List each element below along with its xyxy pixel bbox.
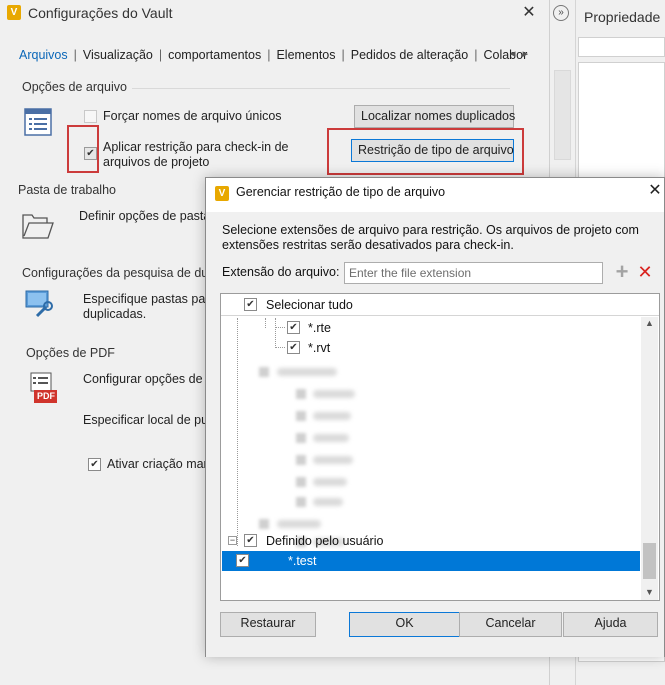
apply-restriction-label-line2: arquivos de projeto [103,155,210,169]
file-list-icon [24,108,52,136]
settings-scrollbar[interactable] [554,70,571,160]
blurred-text [277,520,321,528]
define-workspace-label[interactable]: Definir opções de pasta [79,209,210,224]
file-type-restriction-button[interactable]: Restrição de tipo de arquivo [351,139,514,162]
extension-label: *.rte [308,321,331,335]
collapse-panel-icon[interactable]: » [553,5,569,21]
force-unique-label: Forçar nomes de arquivo únicos [103,109,282,123]
blurred-text [313,390,355,398]
extension-checkbox[interactable]: ✔ [287,341,300,354]
duplicate-search-description: Especifique pastas para duplicadas. [83,292,216,322]
activate-creation-checkbox[interactable]: ✔ [88,458,101,471]
section-workspace: Pasta de trabalho [18,183,116,197]
tree-row-selected[interactable]: ✔ *.test [222,551,640,571]
dialog-description: Selecione extensões de arquivo para rest… [222,223,639,252]
extension-tree: ✔ Selecionar tudo ✔ *.rte ✔ *.rvt − ✔ De… [220,293,660,601]
tab-scroll-arrows-icon[interactable]: ◂ ▸ [510,47,530,60]
extension-label: *.rvt [308,341,331,355]
blurred-checkbox [259,519,269,529]
duplicate-search-line2: duplicadas. [83,307,147,321]
user-defined-checkbox[interactable]: ✔ [244,534,257,547]
collapse-node-icon[interactable]: − [228,536,237,545]
tree-guide [275,347,285,348]
section-pdf-options: Opções de PDF [26,346,115,360]
blurred-checkbox [259,367,269,377]
pdf-icon-text: PDF [37,391,55,401]
blurred-checkbox [296,389,306,399]
activate-creation-label: Ativar criação man [107,457,211,471]
tree-guide [275,327,285,328]
blurred-text [277,368,337,376]
section-duplicate-search: Configurações da pesquisa de dupl [22,266,218,280]
tree-guide [265,318,266,328]
extension-label: Extensão do arquivo: [222,265,340,279]
dialog-title: Gerenciar restrição de tipo de arquivo [236,185,446,199]
blurred-text [313,456,353,464]
blurred-checkbox [296,477,306,487]
tab-pedidos-alteracao[interactable]: Pedidos de alteração [350,48,469,62]
tree-header: ✔ Selecionar tudo [221,294,659,316]
user-defined-label: Definido pelo usuário [266,534,384,548]
blurred-text [313,412,351,420]
remove-icon[interactable]: ✕ [637,263,653,281]
tab-comportamentos[interactable]: comportamentos [167,48,262,62]
tab-separator: | [474,48,478,62]
tree-guide [237,318,238,546]
blurred-text [313,478,347,486]
extension-label: *.test [288,554,317,568]
tab-separator: | [73,48,77,62]
add-icon[interactable]: + [614,261,630,283]
blurred-checkbox [296,497,306,507]
window-title: Configurações do Vault [28,5,173,21]
vault-logo-icon: V [7,5,21,20]
close-icon[interactable]: ✕ [518,2,540,24]
properties-selector[interactable] [578,37,665,57]
section-file-options: Opções de arquivo [22,80,127,94]
tab-separator: | [158,48,163,62]
tab-separator: | [341,48,345,62]
section-divider [132,88,510,89]
apply-restriction-checkbox[interactable]: ✔ [84,147,97,160]
properties-title: Propriedade [584,9,661,25]
tab-elementos[interactable]: Elementos [275,48,336,62]
vault-logo-icon: V [215,186,229,201]
blurred-text [313,498,343,506]
tree-guide [275,318,276,348]
cancel-button[interactable]: Cancelar [459,612,562,637]
tab-strip: Arquivos | Visualização | comportamentos… [18,48,528,62]
blurred-text [313,434,349,442]
configure-pdf-label[interactable]: Configurar opções de p [83,372,213,387]
blurred-checkbox [296,411,306,421]
blurred-checkbox [296,455,306,465]
blurred-items [241,359,636,547]
pdf-icon: PDF [30,372,58,404]
ok-button[interactable]: OK [349,612,460,637]
force-unique-checkbox[interactable] [84,110,97,123]
extension-checkbox[interactable]: ✔ [236,554,249,567]
restore-button[interactable]: Restaurar [220,612,316,637]
scroll-thumb[interactable] [643,543,656,579]
help-button[interactable]: Ajuda [563,612,658,637]
duplicate-search-line1: Especifique pastas para [83,292,217,306]
tab-visualizacao[interactable]: Visualização [82,48,154,62]
tab-separator: | [267,48,271,62]
scroll-up-icon[interactable]: ▲ [641,318,658,328]
extension-input[interactable] [344,262,603,284]
file-type-restriction-dialog: V Gerenciar restrição de tipo de arquivo… [205,177,665,657]
apply-restriction-label: Aplicar restrição para check-in de arqui… [103,140,289,170]
folder-icon [22,212,54,240]
search-settings-icon [25,290,55,318]
apply-restriction-label-line1: Aplicar restrição para check-in de [103,140,289,154]
publish-location-label[interactable]: Especificar local de pub [83,413,215,428]
find-duplicates-button[interactable]: Localizar nomes duplicados [354,105,515,128]
close-icon[interactable]: ✕ [646,182,664,200]
scroll-down-icon[interactable]: ▼ [641,587,658,597]
select-all-checkbox[interactable]: ✔ [244,298,257,311]
tree-scrollbar[interactable]: ▲ ▼ [641,317,658,600]
extension-checkbox[interactable]: ✔ [287,321,300,334]
select-all-label: Selecionar tudo [266,298,353,312]
blurred-checkbox [296,433,306,443]
tab-arquivos[interactable]: Arquivos [18,48,69,62]
